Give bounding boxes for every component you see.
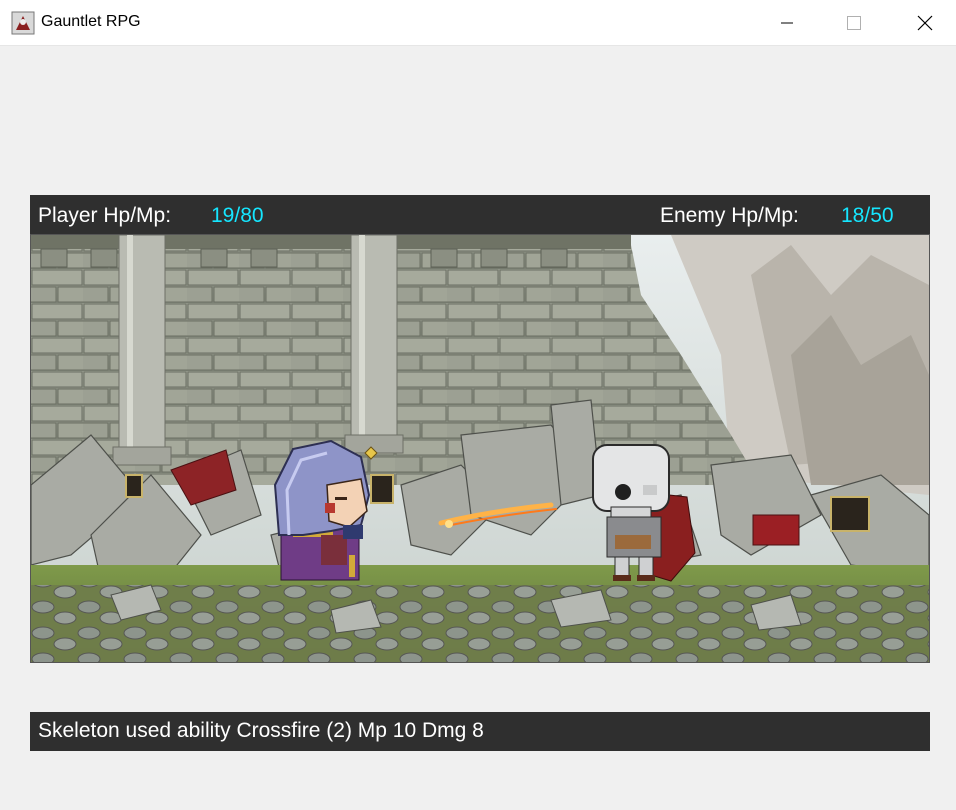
pillar-right	[344, 235, 404, 454]
battle-log-message: Skeleton used ability Crossfire (2) Mp 1…	[38, 719, 484, 742]
window-titlebar[interactable]: Gauntlet RPG	[0, 0, 956, 46]
enemy-hp-mp-label: Enemy Hp/Mp:	[660, 204, 799, 227]
app-icon	[11, 11, 35, 35]
player-hp-mp-label: Player Hp/Mp:	[38, 204, 172, 227]
maximize-icon	[847, 15, 861, 30]
close-button[interactable]	[902, 0, 948, 45]
close-icon	[917, 15, 933, 30]
player-hp-mp-value: 19/80	[211, 204, 264, 227]
minimize-button[interactable]	[764, 0, 810, 45]
battle-log: Skeleton used ability Crossfire (2) Mp 1…	[30, 712, 930, 751]
enemy-hp-mp-value: 18/50	[841, 204, 894, 227]
battle-background	[31, 235, 929, 662]
maximize-button[interactable]	[831, 0, 877, 45]
stats-bar: Player Hp/Mp: 19/80 Enemy Hp/Mp: 18/50	[30, 195, 930, 234]
window-title: Gauntlet RPG	[41, 13, 141, 30]
battle-scene	[30, 234, 930, 663]
minimize-icon	[781, 22, 793, 23]
pillar-left	[112, 235, 172, 466]
